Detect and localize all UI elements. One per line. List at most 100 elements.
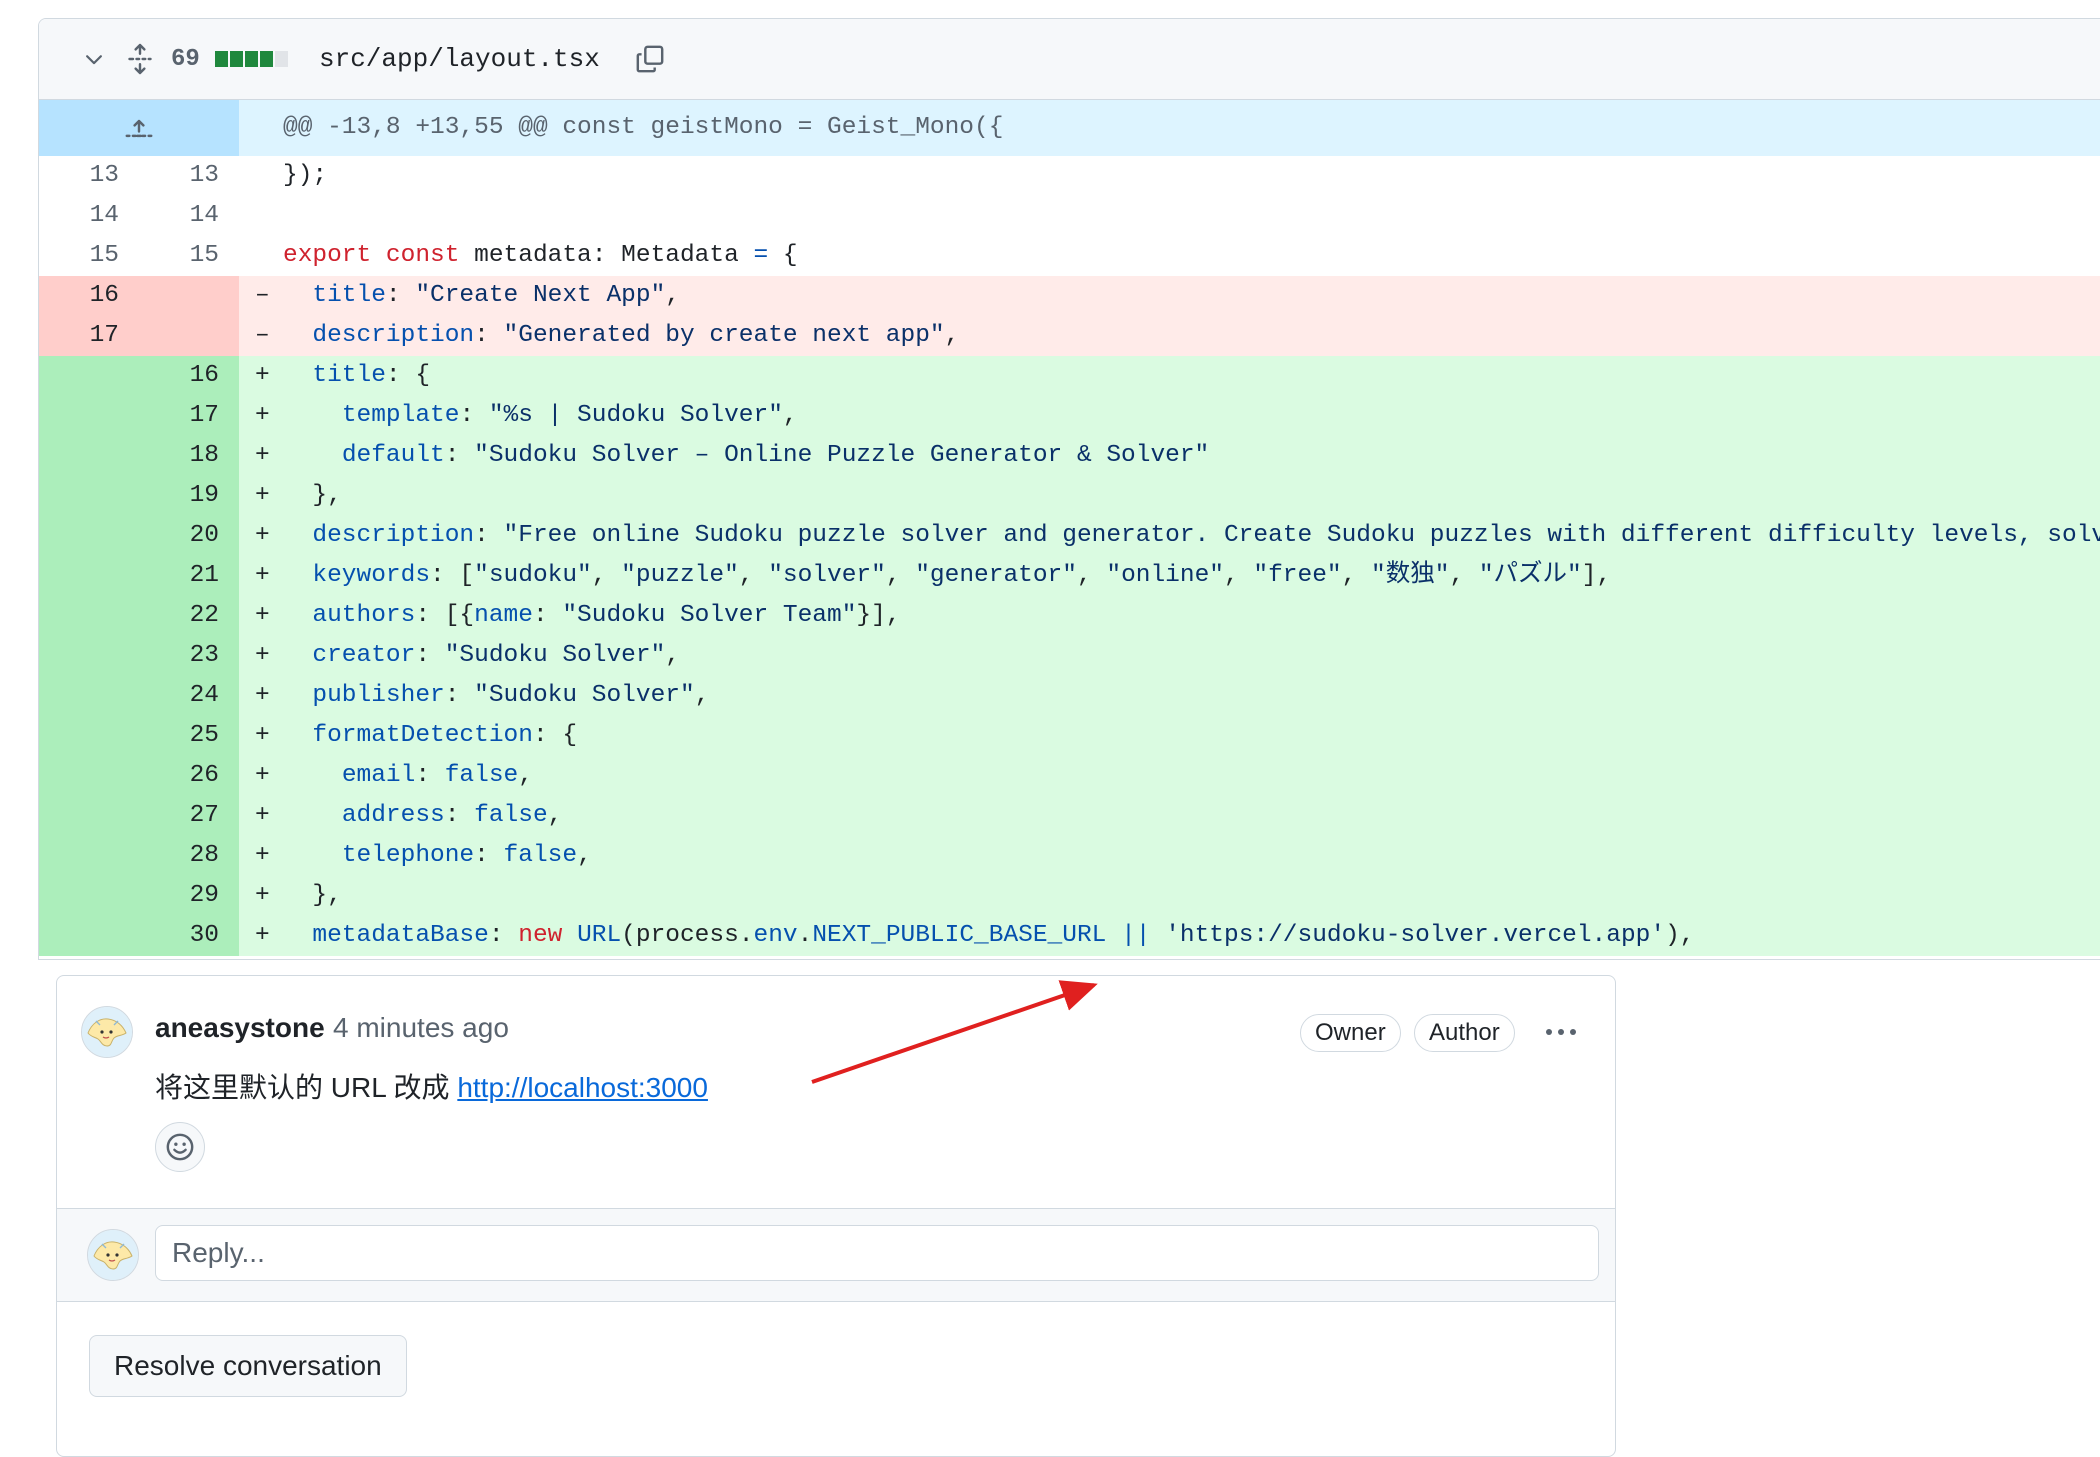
old-line-number[interactable] [39,876,139,916]
code-text: authors: [{name: "Sudoku Solver Team"}], [283,596,901,636]
kebab-horizontal-icon[interactable] [1541,1014,1581,1050]
old-line-number[interactable] [39,396,139,436]
new-line-number[interactable]: 17 [139,396,239,436]
code-text: default: "Sudoku Solver – Online Puzzle … [283,436,1209,476]
old-line-number[interactable] [39,796,139,836]
code-token: template [341,402,460,429]
added-line: 16 + title: { [39,356,2100,396]
diffstat-square [260,51,273,67]
copy-icon[interactable] [633,19,667,99]
old-line-number[interactable]: 17 [39,316,139,356]
code-token: description [312,522,475,549]
code-text: telephone: false, [283,836,592,876]
code-token: }, [283,482,342,509]
expand-up-icon[interactable] [39,100,239,156]
old-line-number[interactable] [39,356,139,396]
new-line-number[interactable]: 24 [139,676,239,716]
new-line-number[interactable]: 13 [139,156,239,196]
code-token: : [444,682,475,709]
new-line-number[interactable]: 20 [139,516,239,556]
old-line-number[interactable]: 13 [39,156,139,196]
code-token: telephone [341,842,475,869]
code-token: address [341,802,445,829]
old-line-number[interactable]: 14 [39,196,139,236]
reply-input[interactable] [155,1225,1599,1281]
old-line-number[interactable]: 15 [39,236,139,276]
smiley-icon[interactable] [155,1122,205,1172]
context-line: 15 15 export const metadata: Metadata = { [39,236,2100,276]
context-line: 13 13}); [39,156,2100,196]
new-line-number[interactable]: 28 [139,836,239,876]
comment-timestamp[interactable]: 4 minutes ago [333,1012,509,1044]
added-line: 25 + formatDetection: { [39,716,2100,756]
comment-author[interactable]: aneasystone [155,1012,325,1044]
code-text: metadataBase: new URL(process.env.NEXT_P… [283,916,1694,956]
code-token: : [415,642,445,669]
new-line-number[interactable]: 30 [139,916,239,956]
code-token: const [385,242,460,269]
new-line-number[interactable]: 15 [139,236,239,276]
comment-link[interactable]: http://localhost:3000 [457,1072,708,1103]
new-line-number[interactable]: 19 [139,476,239,516]
code-token: title [312,282,386,309]
old-line-number[interactable] [39,476,139,516]
added-line: 24 + publisher: "Sudoku Solver", [39,676,2100,716]
code-token: false [474,802,548,829]
code-text: address: false, [283,796,563,836]
added-line: 26 + email: false, [39,756,2100,796]
old-line-number[interactable] [39,716,139,756]
unfold-icon[interactable] [123,19,157,99]
code-token: : [385,282,416,309]
new-line-number[interactable]: 23 [139,636,239,676]
diff-table: @@ -13,8 +13,55 @@ const geistMono = Gei… [39,100,2100,956]
new-line-number[interactable] [139,316,239,356]
old-line-number[interactable] [39,516,139,556]
avatar[interactable] [81,1006,133,1058]
old-line-number[interactable] [39,636,139,676]
chevron-down-icon[interactable] [79,19,109,99]
new-line-number[interactable]: 16 [139,356,239,396]
code-text: formatDetection: { [283,716,577,756]
old-line-number[interactable] [39,676,139,716]
code-text: description: "Free online Sudoku puzzle … [283,516,2100,556]
code-token: authors [312,602,416,629]
file-header: 69 src/app/layout.tsx [39,19,2100,100]
old-line-number[interactable] [39,756,139,796]
new-line-number[interactable]: 25 [139,716,239,756]
code-token: : [532,602,563,629]
code-token: , [782,402,798,429]
code-text: title: "Create Next App", [283,276,680,316]
old-line-number[interactable]: 16 [39,276,139,316]
code-text: export const metadata: Metadata = { [283,236,798,276]
new-line-number[interactable]: 26 [139,756,239,796]
old-line-number[interactable] [39,436,139,476]
code-token: (process. [621,922,754,949]
new-line-number[interactable]: 27 [139,796,239,836]
code-token: || [1121,922,1151,949]
old-line-number[interactable] [39,916,139,956]
code-token: metadataBase [312,922,489,949]
old-line-number[interactable] [39,596,139,636]
file-path[interactable]: src/app/layout.tsx [319,19,600,99]
added-line: 30 + metadataBase: new URL(process.env.NE… [39,916,2100,956]
old-line-number[interactable] [39,836,139,876]
new-line-number[interactable]: 22 [139,596,239,636]
resolve-conversation-button[interactable]: Resolve conversation [89,1335,407,1397]
new-line-number[interactable]: 18 [139,436,239,476]
old-line-number[interactable] [39,556,139,596]
new-line-number[interactable]: 14 [139,196,239,236]
code-token: title [312,362,386,389]
new-line-number[interactable] [139,276,239,316]
code-text: email: false, [283,756,533,796]
code-token: }], [856,602,901,629]
new-line-number[interactable]: 21 [139,556,239,596]
new-line-number[interactable]: 29 [139,876,239,916]
